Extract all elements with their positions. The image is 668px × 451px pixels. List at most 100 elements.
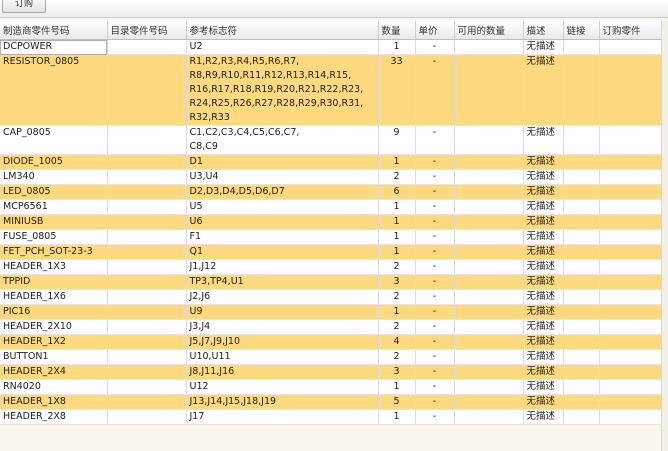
cell-catalog-part[interactable]: [107, 214, 187, 230]
cell-link[interactable]: [563, 349, 600, 365]
col-header-quantity[interactable]: 数量: [378, 21, 416, 40]
cell-quantity[interactable]: 4: [378, 334, 416, 350]
cell-reference[interactable]: R1,R2,R3,R4,R5,R6,R7, R8,R9,R10,R11,R12,R…: [186, 54, 379, 126]
cell-mfr-part[interactable]: LED_0805: [0, 184, 108, 200]
cell-description[interactable]: 无描述: [523, 379, 564, 395]
cell-link[interactable]: [563, 394, 600, 410]
cell-available-qty[interactable]: [454, 125, 524, 155]
cell-mfr-part[interactable]: HEADER_2X8: [0, 409, 108, 425]
cell-description[interactable]: 无描述: [523, 154, 564, 170]
cell-reference[interactable]: U6: [186, 214, 379, 230]
cell-order-part[interactable]: [599, 409, 662, 425]
cell-unit-price[interactable]: -: [415, 199, 455, 215]
cell-quantity[interactable]: 3: [378, 364, 416, 380]
cell-catalog-part[interactable]: [107, 319, 187, 335]
cell-order-part[interactable]: [599, 349, 662, 365]
cell-order-part[interactable]: [599, 259, 662, 275]
cell-unit-price[interactable]: -: [415, 154, 455, 170]
cell-reference[interactable]: U3,U4: [186, 169, 379, 185]
cell-mfr-part[interactable]: PIC16: [0, 304, 108, 320]
table-row[interactable]: HEADER_2X10 J3,J4 2- 无描述: [0, 319, 662, 335]
table-row[interactable]: BUTTON1 U10,U11 2- 无描述: [0, 349, 662, 365]
cell-link[interactable]: [563, 229, 600, 245]
cell-quantity[interactable]: 3: [378, 274, 416, 290]
cell-description[interactable]: 无描述: [523, 319, 564, 335]
cell-link[interactable]: [563, 379, 600, 395]
cell-mfr-part[interactable]: DCPOWER: [0, 39, 108, 55]
cell-reference[interactable]: U5: [186, 199, 379, 215]
cell-catalog-part[interactable]: [107, 244, 187, 260]
cell-reference[interactable]: TP3,TP4,U1: [186, 274, 379, 290]
col-header-catalog-part[interactable]: 目录零件号码: [107, 21, 187, 40]
cell-link[interactable]: [563, 319, 600, 335]
cell-catalog-part[interactable]: [107, 304, 187, 320]
cell-reference[interactable]: J1,J12: [186, 259, 379, 275]
cell-available-qty[interactable]: [454, 319, 524, 335]
cell-mfr-part[interactable]: LM340: [0, 169, 108, 185]
cell-available-qty[interactable]: [454, 154, 524, 170]
cell-description[interactable]: 无描述: [523, 229, 564, 245]
cell-catalog-part[interactable]: [107, 379, 187, 395]
cell-available-qty[interactable]: [454, 409, 524, 425]
cell-available-qty[interactable]: [454, 394, 524, 410]
cell-unit-price[interactable]: -: [415, 244, 455, 260]
cell-link[interactable]: [563, 214, 600, 230]
cell-mfr-part[interactable]: HEADER_1X6: [0, 289, 108, 305]
cell-order-part[interactable]: [599, 184, 662, 200]
cell-reference[interactable]: J5,J7,J9,J10: [186, 334, 379, 350]
cell-mfr-part[interactable]: CAP_0805: [0, 125, 108, 155]
col-header-description[interactable]: 描述: [523, 21, 564, 40]
col-header-order-part[interactable]: 订购零件: [599, 21, 662, 40]
cell-link[interactable]: [563, 334, 600, 350]
cell-available-qty[interactable]: [454, 349, 524, 365]
cell-available-qty[interactable]: [454, 334, 524, 350]
cell-reference[interactable]: Q1: [186, 244, 379, 260]
cell-available-qty[interactable]: [454, 259, 524, 275]
cell-quantity[interactable]: 1: [378, 154, 416, 170]
cell-unit-price[interactable]: -: [415, 379, 455, 395]
col-header-unit-price[interactable]: 单价: [415, 21, 455, 40]
table-row[interactable]: DCPOWER U2 1- 无描述: [0, 39, 662, 55]
cell-quantity[interactable]: 2: [378, 169, 416, 185]
table-row[interactable]: DIODE_1005 D1 1- 无描述: [0, 154, 662, 170]
table-row[interactable]: HEADER_1X8 J13,J14,J15,J18,J19 5- 无描述: [0, 394, 662, 410]
cell-quantity[interactable]: 1: [378, 214, 416, 230]
cell-quantity[interactable]: 33: [378, 54, 416, 126]
cell-order-part[interactable]: [599, 289, 662, 305]
table-row[interactable]: HEADER_1X3 J1,J12 2- 无描述: [0, 259, 662, 275]
cell-description[interactable]: 无描述: [523, 169, 564, 185]
cell-unit-price[interactable]: -: [415, 289, 455, 305]
cell-description[interactable]: 无描述: [523, 214, 564, 230]
cell-reference[interactable]: C1,C2,C3,C4,C5,C6,C7, C8,C9: [186, 125, 379, 155]
cell-mfr-part[interactable]: HEADER_1X2: [0, 334, 108, 350]
cell-reference[interactable]: U9: [186, 304, 379, 320]
table-row[interactable]: HEADER_1X2 J5,J7,J9,J10 4- 无描述: [0, 334, 662, 350]
cell-link[interactable]: [563, 274, 600, 290]
cell-link[interactable]: [563, 54, 600, 126]
table-row[interactable]: TPPID TP3,TP4,U1 3- 无描述: [0, 274, 662, 290]
order-button[interactable]: 订购: [2, 0, 46, 13]
cell-catalog-part[interactable]: [107, 125, 187, 155]
cell-link[interactable]: [563, 244, 600, 260]
cell-order-part[interactable]: [599, 54, 662, 126]
table-row[interactable]: LM340 U3,U4 2- 无描述: [0, 169, 662, 185]
cell-catalog-part[interactable]: [107, 274, 187, 290]
cell-unit-price[interactable]: -: [415, 364, 455, 380]
cell-unit-price[interactable]: -: [415, 229, 455, 245]
cell-description[interactable]: 无描述: [523, 289, 564, 305]
cell-unit-price[interactable]: -: [415, 319, 455, 335]
cell-unit-price[interactable]: -: [415, 304, 455, 320]
cell-unit-price[interactable]: -: [415, 394, 455, 410]
cell-link[interactable]: [563, 125, 600, 155]
cell-description[interactable]: 无描述: [523, 304, 564, 320]
cell-available-qty[interactable]: [454, 184, 524, 200]
cell-order-part[interactable]: [599, 274, 662, 290]
cell-unit-price[interactable]: -: [415, 125, 455, 155]
table-row[interactable]: HEADER_1X6 J2,J6 2- 无描述: [0, 289, 662, 305]
cell-available-qty[interactable]: [454, 229, 524, 245]
cell-catalog-part[interactable]: [107, 154, 187, 170]
cell-reference[interactable]: U2: [186, 39, 379, 55]
cell-link[interactable]: [563, 169, 600, 185]
cell-available-qty[interactable]: [454, 244, 524, 260]
cell-order-part[interactable]: [599, 154, 662, 170]
